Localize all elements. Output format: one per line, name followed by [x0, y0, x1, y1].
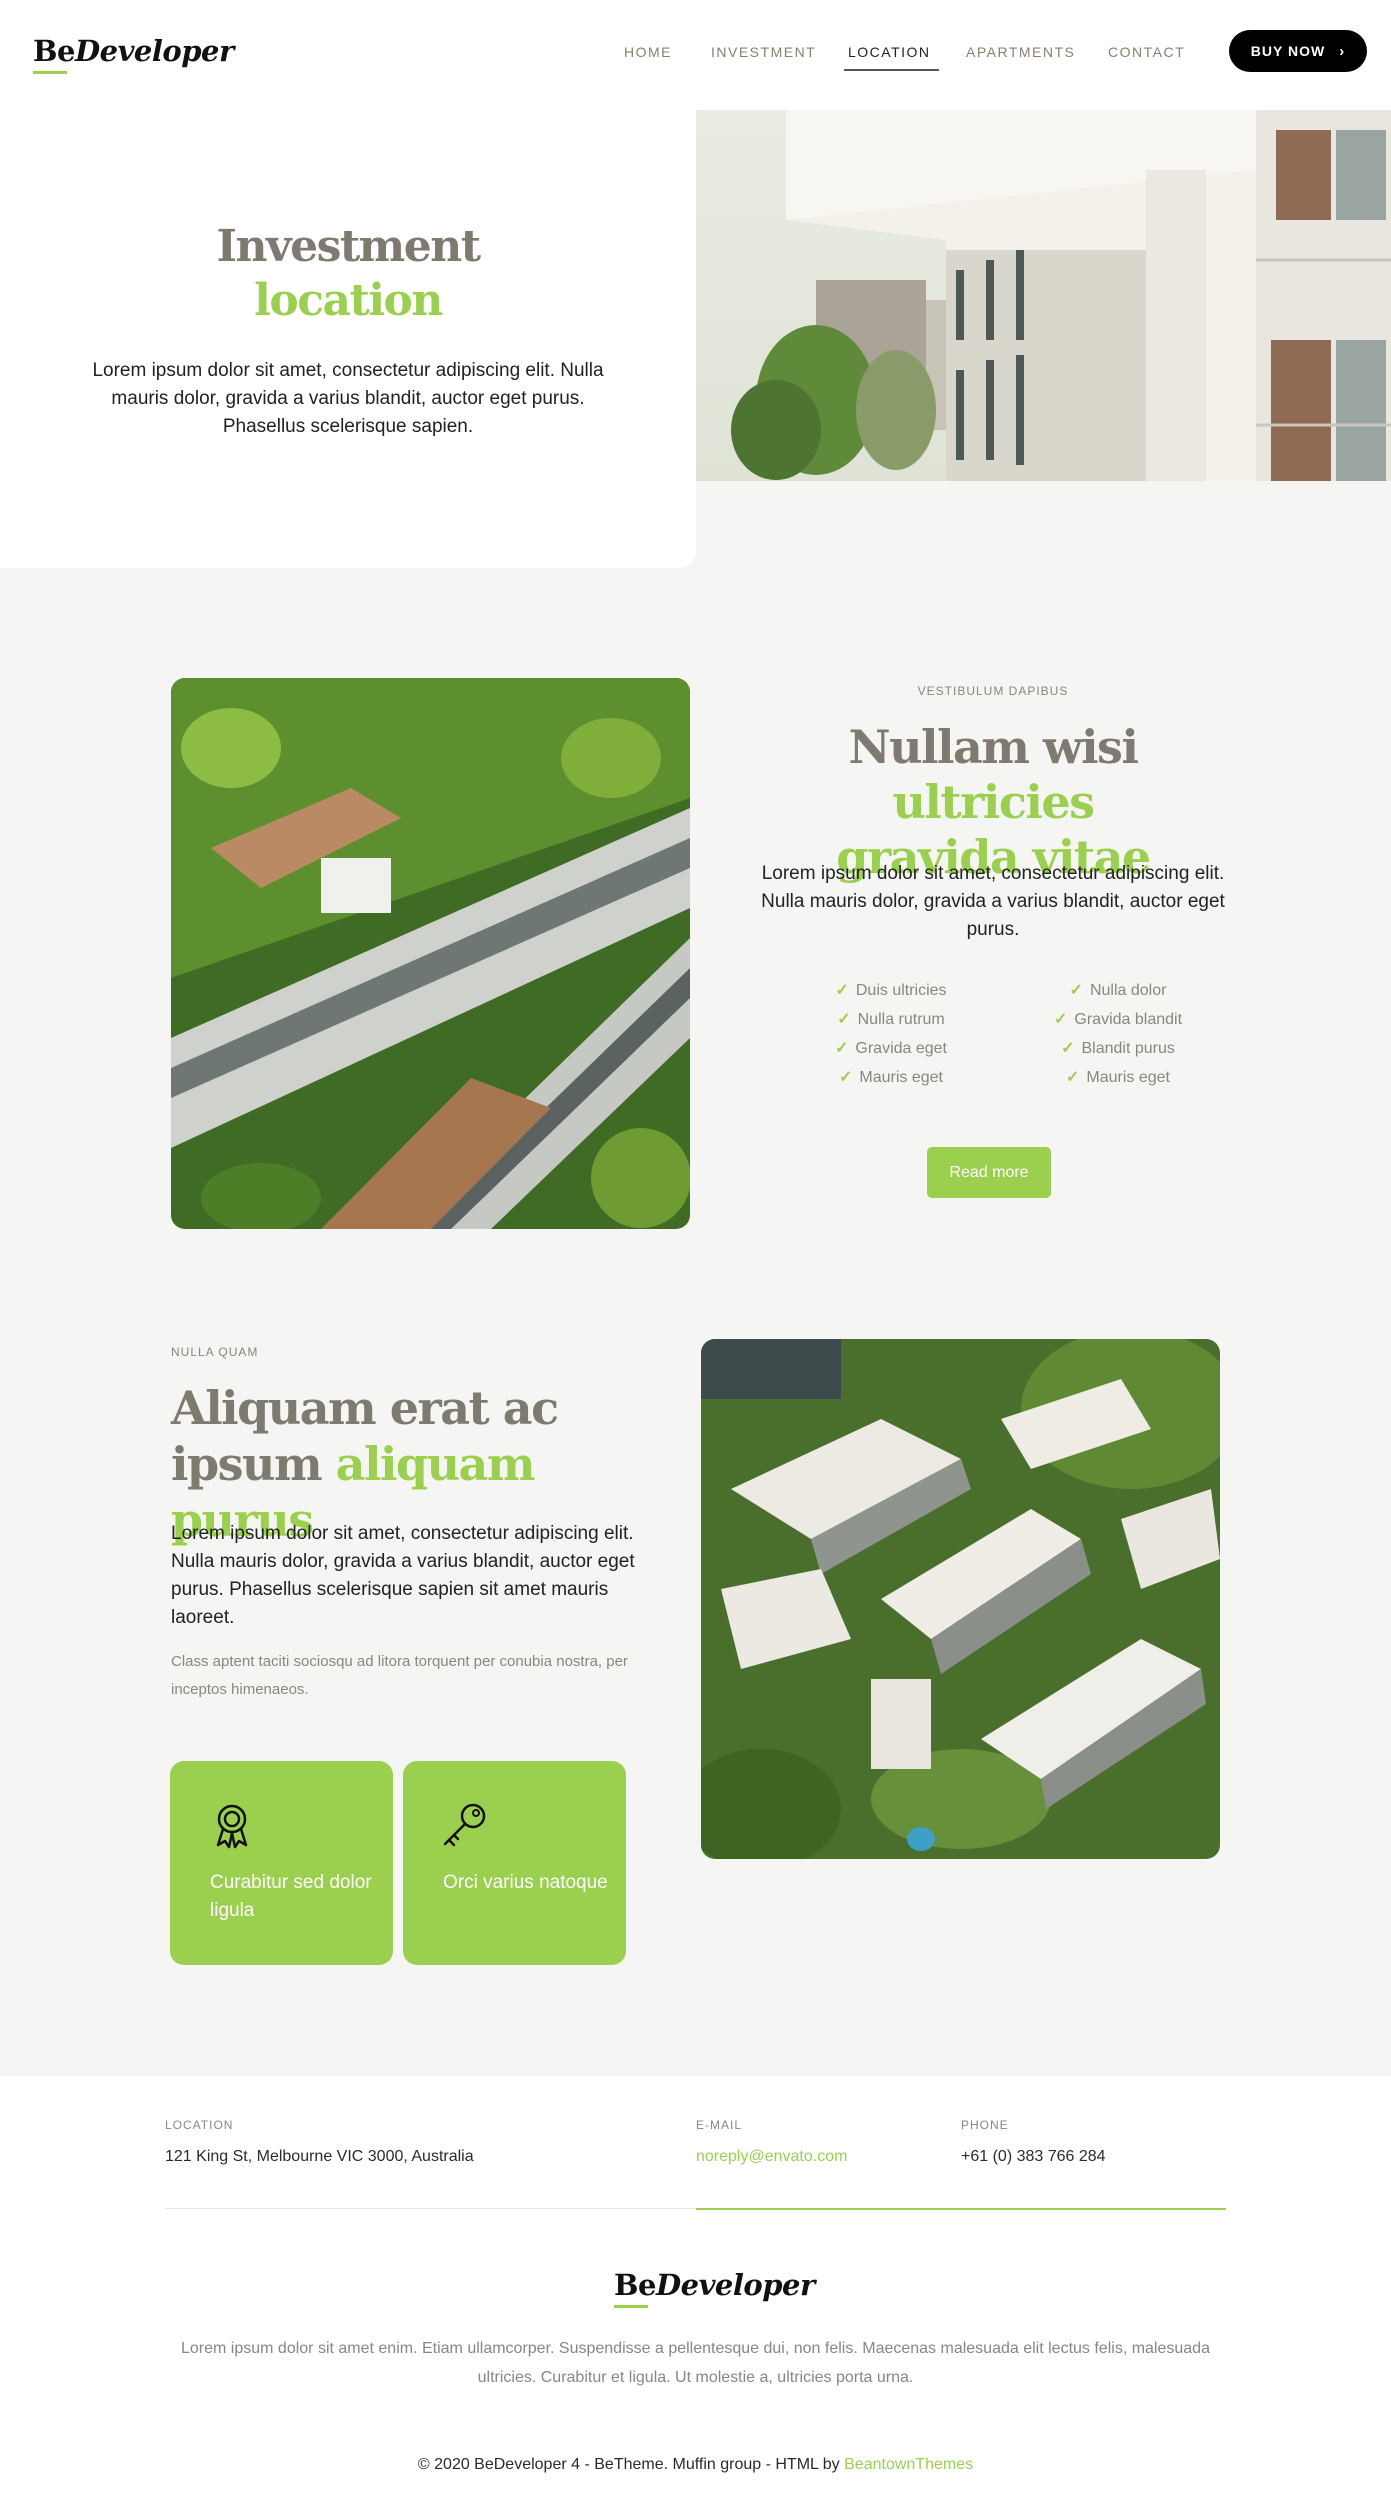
footer-logo-underline: [614, 2305, 648, 2308]
list-item-label: Mauris eget: [1086, 1069, 1170, 1086]
section2-title-grey-1: Aliquam erat ac: [171, 1381, 559, 1435]
list-item-label: Mauris eget: [859, 1069, 943, 1086]
section2-text: Lorem ipsum dolor sit amet, consectetur …: [171, 1523, 635, 1628]
list-item-label: Gravida eget: [855, 1040, 947, 1057]
footer-logo-developer: Developer: [655, 2268, 815, 2302]
list-item-label: Blandit purus: [1081, 1040, 1175, 1057]
read-more-button[interactable]: Read more: [927, 1147, 1051, 1198]
footer-logo-be: Be: [614, 2268, 656, 2302]
nav-apartments[interactable]: APARTMENTS: [966, 44, 1075, 60]
footer-divider-accent: [696, 2208, 1226, 2210]
list-item-label: Nulla dolor: [1089, 982, 1167, 999]
aerial-complex-image: [701, 1339, 1220, 1859]
check-icon: ✓: [1066, 1069, 1080, 1086]
list-item: ✓ Gravida eget: [791, 1036, 991, 1065]
section1-eyebrow: VESTIBULUM DAPIBUS: [917, 684, 1069, 698]
footer-email-link[interactable]: noreply@envato.com: [696, 2148, 847, 2166]
footer-logo[interactable]: BeDeveloper: [614, 2268, 815, 2308]
logo-underline: [33, 71, 67, 74]
hero-title: Investment location: [0, 220, 696, 328]
section2-title-grey-2: ipsum: [171, 1437, 323, 1491]
feature-card-1[interactable]: Curabitur sed dolor ligula: [170, 1761, 393, 1965]
chevron-right-icon: ›: [1339, 42, 1346, 60]
aerial-building-image: [171, 678, 690, 1229]
list-item: ✓ Gravida blandit: [1018, 1007, 1218, 1036]
footer-phone-value: +61 (0) 383 766 284: [961, 2148, 1106, 2165]
nav-home[interactable]: HOME: [624, 44, 672, 60]
hero-building-image: [696, 110, 1391, 481]
section2-subtext: Class aptent taciti sociosqu ad litora t…: [171, 1653, 628, 1698]
footer-description: Lorem ipsum dolor sit amet enim. Etiam u…: [181, 2340, 1210, 2386]
award-ribbon-icon: [216, 1804, 248, 1849]
footer-email-label: E-MAIL: [696, 2118, 743, 2132]
section1-title-green-1: ultricies: [892, 775, 1095, 829]
check-icon: ✓: [835, 982, 849, 999]
section1-text: Lorem ipsum dolor sit amet, consectetur …: [761, 863, 1225, 940]
check-icon: ✓: [837, 1011, 851, 1028]
list-item: ✓ Mauris eget: [791, 1065, 991, 1094]
feature-card-1-text: Curabitur sed dolor ligula: [210, 1872, 372, 1921]
key-icon: [443, 1803, 486, 1847]
copyright-link[interactable]: BeantownThemes: [844, 2456, 973, 2473]
footer-location-value: 121 King St, Melbourne VIC 3000, Austral…: [165, 2148, 474, 2165]
feature-card-2[interactable]: Orci varius natoque: [403, 1761, 626, 1965]
check-icon: ✓: [1053, 1011, 1068, 1028]
section2-eyebrow: NULLA QUAM: [171, 1345, 259, 1359]
nav-investment[interactable]: INVESTMENT: [711, 44, 816, 60]
list-item-label: Nulla rutrum: [857, 1011, 945, 1028]
buy-now-label: BUY NOW: [1250, 43, 1326, 59]
copyright: © 2020 BeDeveloper 4 - BeTheme. Muffin g…: [0, 2456, 1391, 2474]
list-item: ✓ Mauris eget: [1018, 1065, 1218, 1094]
checklist-right: ✓ Nulla dolor ✓ Gravida blandit ✓ Blandit p…: [1018, 978, 1218, 1094]
check-icon: ✓: [839, 1069, 853, 1086]
hero-text: Lorem ipsum dolor sit amet, consectetur …: [92, 360, 604, 437]
site-header: BeDeveloper HOME INVESTMENT LOCATION APA…: [0, 0, 1391, 110]
list-item: ✓ Blandit purus: [1018, 1036, 1218, 1065]
buy-now-button[interactable]: BUY NOW ›: [1229, 30, 1367, 72]
hero-title-line2: location: [254, 275, 443, 326]
footer-phone-label: PHONE: [961, 2118, 1009, 2132]
nav-contact[interactable]: CONTACT: [1108, 44, 1185, 60]
list-item-label: Gravida blandit: [1074, 1011, 1183, 1028]
footer-location-label: LOCATION: [165, 2118, 234, 2132]
check-icon: ✓: [834, 1040, 849, 1057]
section1-title-grey: Nullam wisi: [848, 720, 1139, 774]
list-item-label: Duis ultricies: [855, 982, 947, 999]
footer-divider: [165, 2208, 696, 2209]
feature-card-2-text: Orci varius natoque: [443, 1872, 608, 1893]
checklist-left: ✓ Duis ultricies ✓ Nulla rutrum ✓ Gravida e…: [791, 978, 991, 1094]
hero-card: [0, 110, 696, 568]
check-icon: ✓: [1061, 1040, 1075, 1057]
main-nav: HOME INVESTMENT LOCATION APARTMENTS CONT…: [0, 44, 1391, 71]
list-item: ✓ Nulla dolor: [1018, 978, 1218, 1007]
list-item: ✓ Duis ultricies: [791, 978, 991, 1007]
copyright-text: © 2020 BeDeveloper 4 - BeTheme. Muffin g…: [417, 2456, 840, 2473]
hero-title-line1: Investment: [216, 221, 481, 272]
list-item: ✓ Nulla rutrum: [791, 1007, 991, 1036]
nav-location[interactable]: LOCATION: [844, 44, 939, 71]
check-icon: ✓: [1069, 982, 1083, 999]
